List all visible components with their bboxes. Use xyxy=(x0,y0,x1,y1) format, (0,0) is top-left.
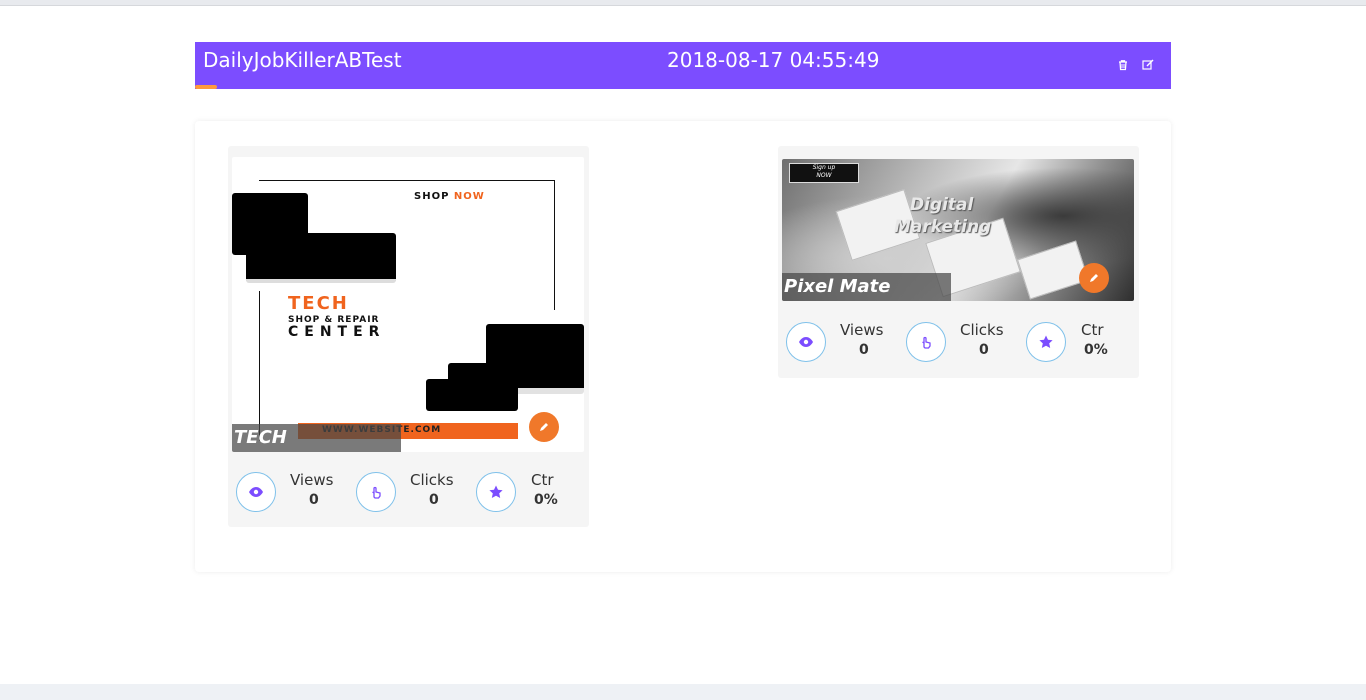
views-label: Views xyxy=(290,471,334,489)
test-name: DailyJobKillerABTest xyxy=(203,48,402,72)
star-icon xyxy=(476,472,516,512)
ctr-stat: Ctr 0% xyxy=(476,471,586,516)
views-label: Views xyxy=(840,321,884,339)
ad-caption: Pixel Mate xyxy=(782,273,951,301)
page-footer-strip xyxy=(0,684,1366,700)
test-datetime: 2018-08-17 04:55:49 xyxy=(667,48,880,72)
tech-headline: TECH xyxy=(288,293,349,314)
variant-card-tech: SHOP NOW TECH SHOP & REPAIR CENTER WWW.W… xyxy=(228,146,589,527)
phone-graphic xyxy=(426,379,460,411)
trash-icon[interactable] xyxy=(1116,58,1130,72)
pencil-icon xyxy=(1090,274,1098,282)
ad-caption: TECH xyxy=(232,424,401,452)
shop-now-headline: SHOP NOW xyxy=(414,191,485,202)
clicks-label: Clicks xyxy=(410,471,454,489)
signup-badge: Sign up NOW xyxy=(789,163,859,183)
clicks-value: 0 xyxy=(979,342,989,358)
clicks-value: 0 xyxy=(429,492,439,508)
marketing-title: Marketing xyxy=(894,217,992,237)
clicks-stat: Clicks 0 xyxy=(356,471,466,516)
ctr-label: Ctr xyxy=(1081,321,1104,339)
center-subtitle: CENTER xyxy=(288,324,386,340)
ctr-stat: Ctr 0% xyxy=(1026,321,1136,366)
pencil-icon xyxy=(540,423,548,431)
ad-image-pixel-mate[interactable]: Sign up NOW Digital Marketing Pixel Mate xyxy=(782,159,1134,301)
edit-icon[interactable] xyxy=(1141,58,1155,72)
views-value: 0 xyxy=(859,342,869,358)
test-header-bar: DailyJobKillerABTest 2018-08-17 04:55:49 xyxy=(195,42,1171,89)
header-accent-underline xyxy=(195,85,217,89)
star-icon xyxy=(1026,322,1066,362)
ctr-value: 0% xyxy=(1084,342,1108,358)
views-stat: Views 0 xyxy=(786,321,896,366)
clicks-stat: Clicks 0 xyxy=(906,321,1016,366)
digital-title: Digital xyxy=(910,195,974,215)
ctr-value: 0% xyxy=(534,492,558,508)
pointer-hand-icon xyxy=(906,322,946,362)
edit-ad-button[interactable] xyxy=(529,412,559,442)
ad-image-tech[interactable]: SHOP NOW TECH SHOP & REPAIR CENTER WWW.W… xyxy=(232,157,584,452)
laptop-graphic xyxy=(246,233,396,283)
ctr-label: Ctr xyxy=(531,471,554,489)
clicks-label: Clicks xyxy=(960,321,1004,339)
browser-top-border xyxy=(0,0,1366,6)
views-stat: Views 0 xyxy=(236,471,346,516)
edit-ad-button[interactable] xyxy=(1079,263,1109,293)
variant-card-pixel-mate: Sign up NOW Digital Marketing Pixel Mate … xyxy=(778,146,1139,378)
variants-panel: SHOP NOW TECH SHOP & REPAIR CENTER WWW.W… xyxy=(195,121,1171,572)
eye-icon xyxy=(236,472,276,512)
pointer-hand-icon xyxy=(356,472,396,512)
eye-icon xyxy=(786,322,826,362)
views-value: 0 xyxy=(309,492,319,508)
